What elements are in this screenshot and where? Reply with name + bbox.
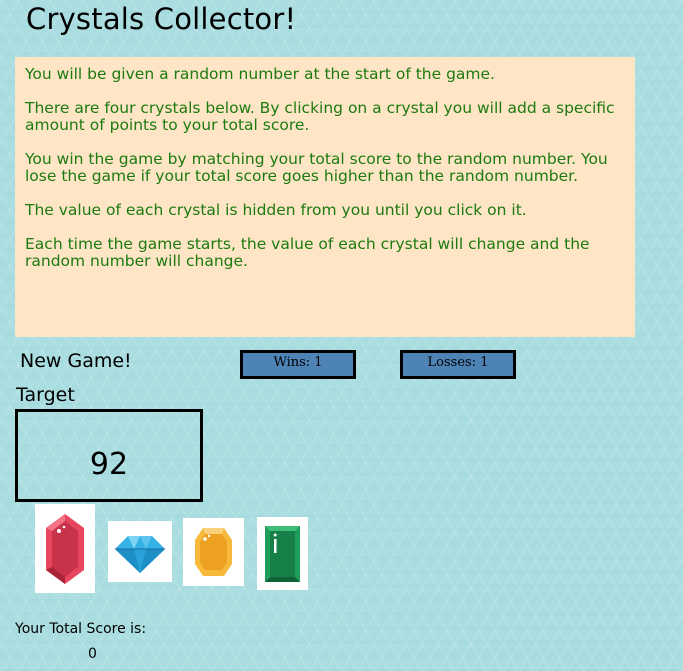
wins-counter: Wins: 1 xyxy=(240,350,356,379)
blue-diamond-icon xyxy=(115,536,165,573)
instruction-paragraph: There are four crystals below. By clicki… xyxy=(25,99,615,134)
instruction-paragraph: You will be given a random number at the… xyxy=(25,65,495,83)
score-label: Your Total Score is: xyxy=(15,621,147,637)
green-emerald-icon xyxy=(265,526,300,582)
new-game-button[interactable]: New Game! xyxy=(20,350,132,372)
red-crystal-icon xyxy=(46,514,84,584)
instruction-paragraph: Each time the game starts, the value of … xyxy=(25,235,590,270)
crystal-blue-button[interactable] xyxy=(108,521,172,582)
instruction-paragraph: You win the game by matching your total … xyxy=(25,150,608,185)
instruction-paragraph: The value of each crystal is hidden from… xyxy=(25,201,527,219)
crystal-yellow-button[interactable] xyxy=(183,518,244,586)
instructions-panel: You will be given a random number at the… xyxy=(15,57,635,337)
crystal-red-button[interactable] xyxy=(35,504,95,593)
losses-counter: Losses: 1 xyxy=(400,350,516,379)
target-number: 92 xyxy=(15,409,203,502)
crystal-green-button[interactable] xyxy=(257,517,308,590)
page-title: Crystals Collector! xyxy=(26,2,297,36)
yellow-crystal-icon xyxy=(195,528,232,576)
target-label: Target xyxy=(16,384,75,406)
score-value: 0 xyxy=(88,646,97,662)
